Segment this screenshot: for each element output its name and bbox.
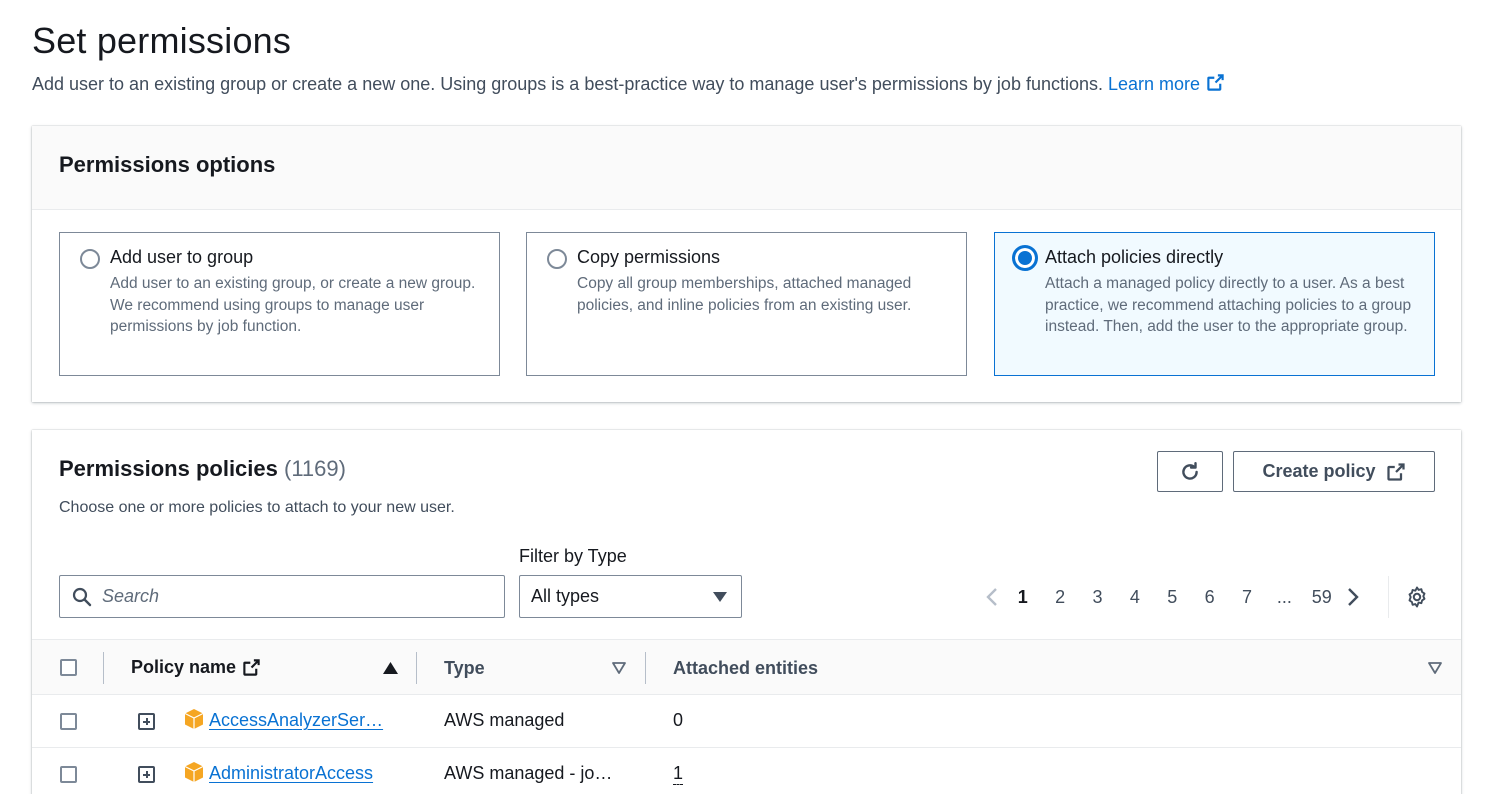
sort-ascending-icon[interactable] [383, 662, 398, 674]
page-4-button[interactable]: 4 [1116, 587, 1153, 608]
option-title: Add user to group [110, 247, 254, 267]
column-divider [645, 652, 646, 684]
page-2-button[interactable]: 2 [1041, 587, 1078, 608]
permissions-options-title: Permissions options [59, 152, 276, 177]
attached-entities[interactable]: 1 [673, 763, 684, 785]
aws-managed-policy-icon [184, 762, 204, 782]
radio-copy-permissions[interactable] [547, 249, 567, 269]
pagination: 1 2 3 4 5 6 7 ... 59 [980, 580, 1365, 614]
table-preferences-button[interactable] [1405, 585, 1429, 614]
option-description: Attach a managed policy directly to a us… [1045, 275, 1412, 335]
row-checkbox[interactable] [60, 713, 77, 730]
filter-type-select[interactable]: All types [519, 575, 742, 618]
page-7-button[interactable]: 7 [1228, 587, 1265, 608]
filter-by-type-label: Filter by Type [519, 546, 627, 566]
page-ellipsis: ... [1276, 586, 1292, 607]
radio-attach-policies-directly[interactable] [1012, 245, 1038, 271]
previous-page-button[interactable] [980, 587, 1004, 607]
table-row[interactable]: AccessAnalyzerSer… AWS managed 0 [32, 695, 1461, 748]
radio-add-user-to-group[interactable] [80, 249, 100, 269]
permissions-options-header: Permissions options [32, 126, 1461, 210]
permissions-policies-panel: Permissions policies (1169) Choose one o… [32, 430, 1461, 794]
attached-entities: 0 [673, 710, 684, 730]
table-row[interactable]: AdministratorAccess AWS managed - jo… 1 [32, 748, 1461, 794]
option-description: Copy all group memberships, attached man… [577, 275, 912, 314]
create-policy-label: Create policy [1262, 461, 1376, 481]
learn-more-link[interactable]: Learn more [1108, 74, 1225, 94]
table-header: Policy name Type Attached entities [32, 639, 1461, 695]
select-all-checkbox[interactable] [60, 659, 77, 676]
column-label-attached-entities: Attached entities [673, 658, 819, 678]
refresh-button[interactable] [1157, 451, 1223, 492]
search-input[interactable]: Search [59, 575, 505, 618]
page-title: Set permissions [32, 20, 292, 61]
expand-row-button[interactable] [138, 766, 155, 783]
pagination-divider [1388, 576, 1389, 618]
column-header-attached-entities[interactable]: Attached entities [673, 658, 818, 679]
policy-type: AWS managed [444, 710, 565, 730]
page-6-button[interactable]: 6 [1191, 587, 1228, 608]
search-icon [72, 587, 92, 606]
chevron-right-icon [1347, 588, 1359, 606]
learn-more-label: Learn more [1108, 74, 1201, 94]
column-header-policy-name[interactable]: Policy name [131, 657, 261, 678]
caret-down-icon [713, 591, 727, 602]
gear-icon [1408, 586, 1426, 608]
chevron-left-icon [986, 588, 997, 606]
column-label-policy-name: Policy name [131, 657, 237, 677]
page-59-button[interactable]: 59 [1303, 587, 1340, 608]
policy-name-link[interactable]: AdministratorAccess [209, 763, 373, 784]
external-link-icon [1386, 462, 1405, 481]
permissions-options-panel: Permissions options Add user to group Ad… [32, 126, 1461, 402]
column-label-type: Type [444, 658, 485, 678]
page-description-text: Add user to an existing group or create … [32, 74, 1103, 94]
row-checkbox[interactable] [60, 766, 77, 783]
next-page-button[interactable] [1341, 587, 1365, 607]
option-title: Attach policies directly [1045, 247, 1224, 267]
page-1-button[interactable]: 1 [1004, 587, 1041, 608]
refresh-icon [1182, 461, 1198, 480]
external-link-icon [243, 659, 260, 676]
expand-row-button[interactable] [138, 713, 155, 730]
aws-managed-policy-icon [184, 709, 204, 729]
policies-count: (1169) [284, 456, 346, 481]
option-title: Copy permissions [577, 247, 721, 267]
search-placeholder: Search [102, 586, 160, 606]
policies-title-text: Permissions policies [59, 456, 278, 481]
option-description: Add user to an existing group, or create… [110, 275, 476, 335]
external-link-icon [1207, 74, 1224, 91]
policy-type: AWS managed - jo… [444, 763, 613, 783]
page-5-button[interactable]: 5 [1154, 587, 1191, 608]
create-policy-button[interactable]: Create policy [1233, 451, 1435, 492]
option-add-user-to-group[interactable]: Add user to group Add user to an existin… [59, 232, 500, 376]
policies-subtitle: Choose one or more policies to attach to… [59, 499, 455, 516]
option-copy-permissions[interactable]: Copy permissions Copy all group membersh… [526, 232, 967, 376]
policies-title: Permissions policies (1169) [59, 456, 346, 482]
filter-type-value: All types [531, 586, 600, 606]
column-divider [103, 652, 104, 684]
page-3-button[interactable]: 3 [1079, 587, 1116, 608]
sort-icon[interactable] [1428, 662, 1442, 674]
sort-icon[interactable] [612, 662, 626, 674]
column-divider [416, 652, 417, 684]
policy-name-link[interactable]: AccessAnalyzerSer… [209, 710, 383, 731]
column-header-type[interactable]: Type [444, 658, 485, 679]
page-description: Add user to an existing group or create … [32, 73, 1225, 95]
option-attach-policies-directly[interactable]: Attach policies directly Attach a manage… [994, 232, 1435, 376]
